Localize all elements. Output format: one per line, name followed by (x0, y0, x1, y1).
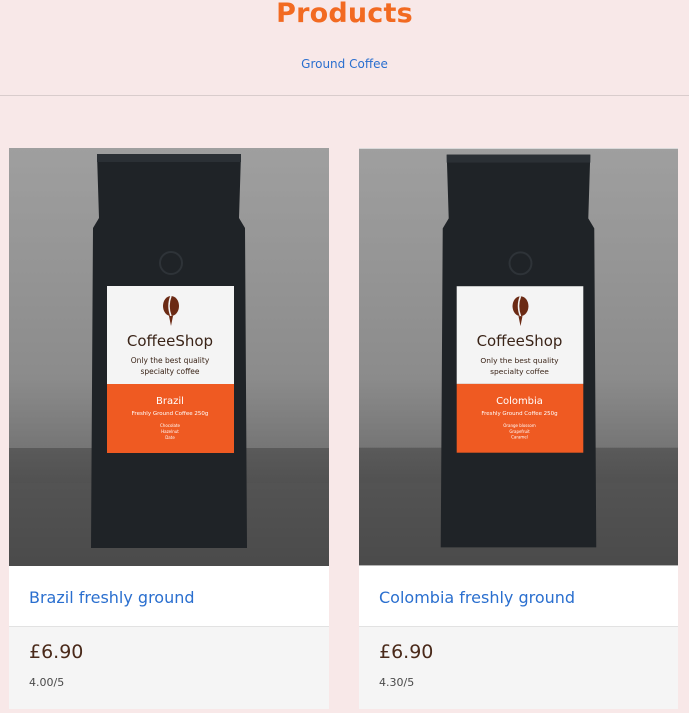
card-footer: £6.90 4.30/5 (359, 626, 678, 709)
page-title: Products (276, 0, 413, 29)
bag-subtitle: Freshly Ground Coffee 250g (132, 411, 209, 417)
product-price: £6.90 (379, 641, 434, 663)
product-rating: 4.30/5 (379, 676, 415, 689)
card-footer: £6.90 4.00/5 (9, 626, 329, 709)
bag-tagline-1: Only the best quality (480, 356, 559, 365)
product-image[interactable]: CoffeeShop Only the best quality special… (359, 148, 678, 566)
breadcrumb-ground-coffee[interactable]: Ground Coffee (0, 57, 689, 71)
bag-brand-text: CoffeeShop (477, 332, 563, 350)
bag-tagline-2: specialty coffee (490, 367, 549, 376)
bag-origin: Brazil (156, 396, 184, 407)
product-card[interactable]: CoffeeShop Only the best quality special… (359, 148, 678, 709)
bag-note: Hazelnut (161, 429, 179, 434)
bag-tagline-1: Only the best quality (131, 356, 210, 365)
page-header: Products Ground Coffee (0, 0, 689, 96)
product-name-link[interactable]: Colombia freshly ground (379, 588, 575, 607)
coffee-bag-image: CoffeeShop Only the best quality special… (9, 148, 329, 566)
product-price: £6.90 (29, 641, 84, 663)
bag-note: Date (165, 435, 175, 440)
product-image[interactable]: CoffeeShop Only the best quality special… (9, 148, 329, 566)
bag-note: Caramel (511, 435, 528, 440)
coffee-bag-image: CoffeeShop Only the best quality special… (359, 148, 678, 566)
bag-note: Chocolate (160, 423, 181, 428)
product-rating: 4.00/5 (29, 676, 65, 689)
bag-brand-text: CoffeeShop (127, 332, 213, 350)
bag-note: Grapefruit (509, 429, 530, 434)
bag-tagline-2: specialty coffee (140, 367, 199, 376)
bag-origin: Colombia (496, 396, 543, 407)
bag-note: Orange blossom (503, 423, 536, 428)
bag-subtitle: Freshly Ground Coffee 250g (481, 411, 557, 417)
product-card[interactable]: CoffeeShop Only the best quality special… (9, 148, 329, 709)
product-name-link[interactable]: Brazil freshly ground (29, 588, 195, 607)
